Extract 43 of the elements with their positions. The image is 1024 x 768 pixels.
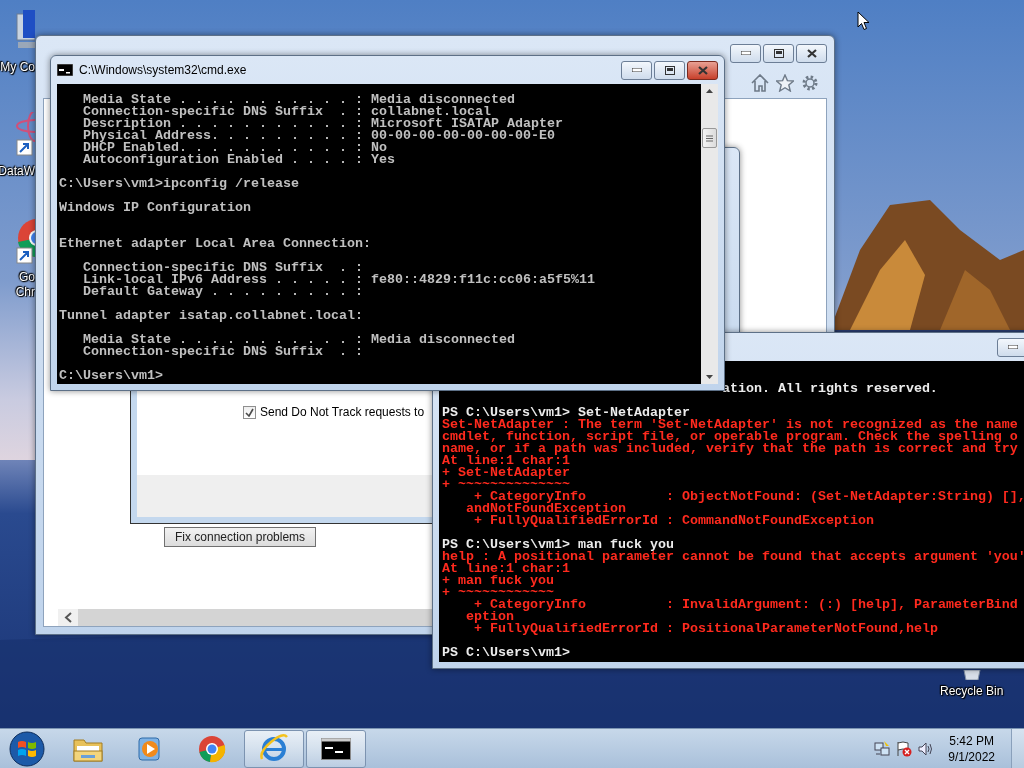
window-title: C:\Windows\system32\cmd.exe [79,63,247,77]
output-line: Connection-specific DNS Suffix . : collabnet.local [82,106,491,118]
command-line: PS C:\Users\vm1> Set-NetAdapter [442,407,690,419]
error-line: + ~~~~~~~~~~~~~~ [442,479,570,491]
clock-time: 5:42 PM [949,732,994,749]
error-line: + CategoryInfo : ObjectNotFound: (Set-NetAdapter:String) [], [474,491,1024,503]
output-line: Windows IP Configuration [59,202,252,214]
error-line: + CategoryInfo : InvalidArgument: (:) [help], ParameterBind [474,599,1019,611]
command-line: PS C:\Users\vm1> [442,647,571,659]
output-line: Connection-specific DNS Suffix . : [82,346,364,358]
checkbox-label[interactable]: Send Do Not Track requests to [260,405,425,419]
error-line: cmdlet, function, script file, or operable program. Check the spelling o [442,431,1019,443]
command-line: PS C:\Users\vm1> man fuck you [442,539,675,551]
error-line: Set-NetAdapter : The term 'Set-NetAdapter' is not recognized as the name [442,419,1019,431]
error-line: + FullyQualifiedErrorId : CommandNotFoundException [474,515,875,527]
output-line: Media State . . . . . . . . . . . : Media disconnected [82,334,516,346]
error-line: name, or if a path was included, verify that the path is correct and try [442,443,1019,455]
output-line: Default Gateway . . . . . . . . . : [82,286,364,298]
error-line: At line:1 char:1 [442,563,570,575]
error-line: + man fuck you [442,575,555,587]
error-line: andNotFoundException [465,503,626,515]
error-line: help : A positional parameter cannot be found that accepts argument 'you' [442,551,1024,563]
output-line: Autoconfiguration Enabled . . . . : Yes [82,154,396,166]
output-line: Description . . . . . . . . . . . : Microsoft ISATAP Adapter [82,118,564,130]
output-line: DHCP Enabled. . . . . . . . . . . : No [82,142,387,154]
clock[interactable]: 5:42 PM 9/1/2022 [948,732,995,765]
output-line: Ethernet adapter Local Area Connection: [59,238,372,250]
output-line: Physical Address. . . . . . . . . : 00-00-00-00-00-00-00-E0 [82,130,555,142]
error-line: + ~~~~~~~~~~~~ [442,587,554,599]
clock-date: 9/1/2022 [948,748,995,765]
output-line: Connection-specific DNS Suffix . : [82,262,364,274]
output-line: Tunnel adapter isatap.collabnet.local: [59,310,364,322]
output-line: Link-local IPv6 Address . . . . . : fe80::4829:f11c:cc06:a5f5%11 [82,274,596,286]
output-line: C:\Users\vm1>ipconfig /release [59,178,300,190]
output-line: Media State . . . . . . . . . . . : Media disconnected [82,94,516,106]
error-line: eption [465,611,514,623]
fix-connection-button[interactable]: Fix connection problems [164,527,317,547]
output-line: C:\Users\vm1> [59,370,164,382]
error-line: + Set-NetAdapter [442,467,571,479]
error-line: At line:1 char:1 [442,455,570,467]
icon-label[interactable]: Recycle Bin [940,684,1004,699]
error-line: + FullyQualifiedErrorId : PositionalParameterNotFound,help [474,623,939,635]
icon-label[interactable]: My Co [0,60,35,75]
